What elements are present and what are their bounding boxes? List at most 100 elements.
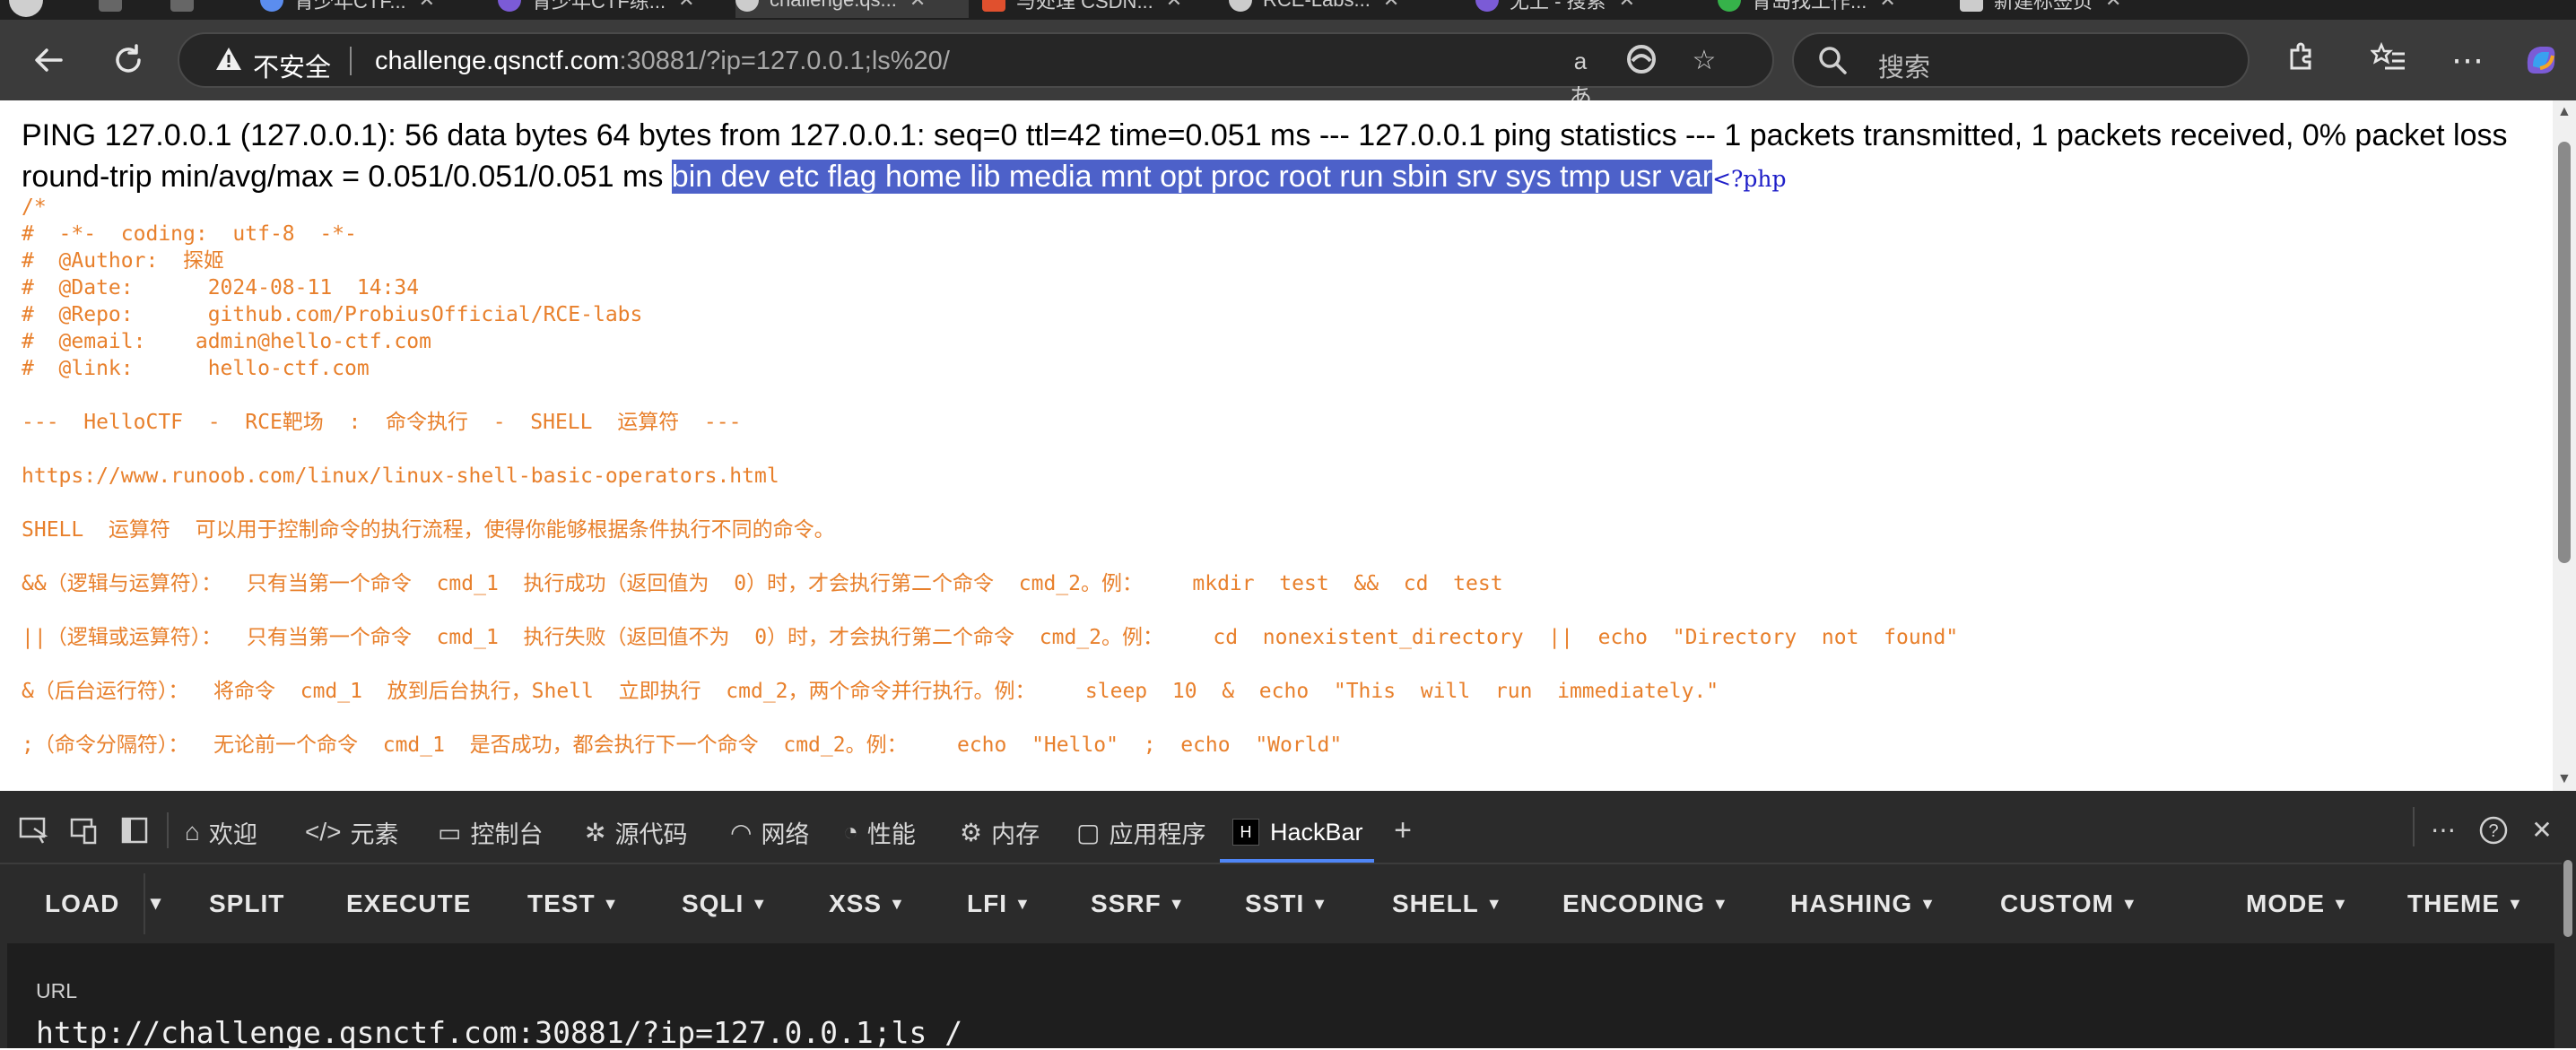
more-tools-icon[interactable]: ⋯ xyxy=(2427,814,2459,846)
url-text[interactable]: challenge.qsnctf.com:30881/?ip=127.0.0.1… xyxy=(375,47,950,76)
devtools-tab-performance[interactable]: ◔ 性能 xyxy=(843,814,916,850)
browser-tab[interactable]: 新建标签页 ✕ xyxy=(1960,0,2202,18)
devtools-tab-welcome[interactable]: ⌂ 欢迎 xyxy=(185,814,257,850)
hackbar-ssti-menu[interactable]: SSTI ▼ xyxy=(1245,889,1328,918)
devtools-tab-label: 欢迎 xyxy=(208,820,257,848)
close-devtools-icon[interactable]: ✕ xyxy=(2526,814,2558,846)
tab-close-icon[interactable]: ✕ xyxy=(909,0,926,12)
devtools-tab-sources[interactable]: ✲ 源代码 xyxy=(585,814,687,850)
translate-icon[interactable]: aあ xyxy=(1562,43,1598,110)
caret-down-icon: ▼ xyxy=(1919,895,1936,913)
tab-label: RCE-Labs... xyxy=(1263,0,1371,12)
add-tab-icon[interactable]: + xyxy=(1387,814,1419,846)
tab-close-icon[interactable]: ✕ xyxy=(2105,0,2121,12)
load-dropdown-icon[interactable]: ▾ xyxy=(151,891,161,915)
refresh-icon[interactable] xyxy=(108,39,149,81)
warning-icon[interactable] xyxy=(215,46,242,73)
browser-tab[interactable]: 青少年CTF... ✕ xyxy=(260,0,484,18)
browser-tab[interactable]: 青岛找工作... ✕ xyxy=(1718,0,1951,18)
menu-label: TEST xyxy=(527,889,596,917)
hackbar-split-button[interactable]: SPLIT xyxy=(209,889,284,918)
devtools-tab-memory[interactable]: ⚙ 内存 xyxy=(960,814,1040,850)
hackbar-encoding-menu[interactable]: ENCODING ▼ xyxy=(1562,889,1729,918)
hackbar-sqli-menu[interactable]: SQLI ▼ xyxy=(682,889,768,918)
hackbar-logo-icon: H xyxy=(1232,819,1259,846)
tab-close-icon[interactable]: ✕ xyxy=(1879,0,1895,12)
address-bar[interactable]: 不安全 challenge.qsnctf.com:30881/?ip=127.0… xyxy=(178,32,1774,110)
devtools-tab-network[interactable]: ◠ 网络 xyxy=(730,814,809,850)
devtools-scrollbar-thumb[interactable] xyxy=(2563,860,2572,937)
php-open-tag: <?php xyxy=(1712,166,1787,192)
tab-label: 无上 - 搜索 xyxy=(1510,0,1606,13)
devtools-tab-elements[interactable]: </> 元素 xyxy=(305,814,398,850)
hackbar-load-button[interactable]: LOAD xyxy=(45,889,119,918)
ls-output-selected[interactable]: bin dev etc flag home lib media mnt opt … xyxy=(671,160,1713,194)
tab-close-icon[interactable]: ✕ xyxy=(1619,0,1635,12)
search-box[interactable]: 搜索 xyxy=(1792,32,2250,88)
devtools-tab-label: 元素 xyxy=(350,820,399,848)
tab-actions-icon[interactable] xyxy=(170,0,205,18)
workspaces-icon[interactable] xyxy=(99,0,133,18)
tab-close-icon[interactable]: ✕ xyxy=(678,0,694,12)
menu-label: THEME xyxy=(2407,889,2500,917)
menu-label: MODE xyxy=(2246,889,2325,917)
more-options-icon[interactable]: ⋯ xyxy=(2447,39,2488,81)
tab-favicon xyxy=(982,0,1005,12)
hackbar-ssrf-menu[interactable]: SSRF ▼ xyxy=(1091,889,1186,918)
browser-tab[interactable]: 无上 - 搜索 ✕ xyxy=(1475,0,1709,18)
hackbar-url-input[interactable]: http://challenge.qsnctf.com:30881/?ip=12… xyxy=(36,1015,962,1050)
inspect-element-icon[interactable] xyxy=(18,814,50,846)
help-icon[interactable]: ? xyxy=(2477,814,2510,846)
source-line xyxy=(22,382,1958,409)
browser-tab-active[interactable]: challenge.qs... ✕ xyxy=(735,0,969,18)
source-line xyxy=(22,705,1958,732)
menu-divider xyxy=(144,873,145,934)
caret-down-icon: ▼ xyxy=(2120,895,2138,913)
back-arrow-icon[interactable] xyxy=(29,39,70,81)
devtools-tab-application[interactable]: ▢ 应用程序 xyxy=(1076,814,1205,850)
scroll-up-arrow-icon[interactable]: ▲ xyxy=(2557,104,2572,120)
bug-icon: ✲ xyxy=(585,818,606,846)
tab-close-icon[interactable]: ✕ xyxy=(419,0,435,12)
hackbar-test-menu[interactable]: TEST ▼ xyxy=(527,889,619,918)
hackbar-custom-menu[interactable]: CUSTOM ▼ xyxy=(2000,889,2138,918)
profile-avatar[interactable] xyxy=(9,0,54,18)
edge-icon[interactable] xyxy=(1623,43,1659,79)
scroll-down-arrow-icon[interactable]: ▼ xyxy=(2557,771,2572,787)
hackbar-hashing-menu[interactable]: HASHING ▼ xyxy=(1790,889,1936,918)
devtools-tab-hackbar[interactable]: H HackBar xyxy=(1232,814,1363,850)
devtools-scrollbar[interactable] xyxy=(2562,856,2576,1048)
devtools-panel: ⌂ 欢迎 </> 元素 ▭ 控制台 ✲ 源代码 ◠ 网络 ◔ 性能 ⚙ 内存 ▢ 应用程序 HH… xyxy=(0,791,2576,1050)
favorite-star-icon[interactable]: ☆ xyxy=(1686,43,1722,79)
tab-label: 青岛找工作... xyxy=(1752,0,1867,13)
source-line: &（后台运行符）： 将命令 cmd_1 放到后台执行，Shell 立即执行 cm… xyxy=(22,680,1719,703)
tab-close-icon[interactable]: ✕ xyxy=(1383,0,1399,12)
page-scrollbar[interactable]: ▲ ▼ xyxy=(2553,100,2576,791)
tab-close-icon[interactable]: ✕ xyxy=(1166,0,1182,12)
hackbar-lfi-menu[interactable]: LFI ▼ xyxy=(967,889,1031,918)
extensions-icon[interactable] xyxy=(2280,39,2321,81)
toggle-sidebar-icon[interactable] xyxy=(118,814,151,846)
insecure-label[interactable]: 不安全 xyxy=(253,47,331,84)
hackbar-mode-menu[interactable]: MODE ▼ xyxy=(2246,889,2349,918)
hackbar-theme-menu[interactable]: THEME ▼ xyxy=(2407,889,2524,918)
hackbar-xss-menu[interactable]: XSS ▼ xyxy=(829,889,906,918)
browser-tab[interactable]: 与处理 CSDN... ✕ xyxy=(982,0,1215,18)
browser-tab[interactable]: 青少年CTF练... ✕ xyxy=(498,0,722,18)
copilot-icon[interactable] xyxy=(2520,39,2562,81)
devtools-tab-console[interactable]: ▭ 控制台 xyxy=(438,814,543,850)
globe-icon xyxy=(735,0,759,12)
hackbar-execute-button[interactable]: EXECUTE xyxy=(346,889,471,918)
devtools-tab-label: 性能 xyxy=(866,820,916,848)
page-scrollbar-thumb[interactable] xyxy=(2558,142,2571,563)
hackbar-shell-menu[interactable]: SHELL ▼ xyxy=(1392,889,1503,918)
active-tab-indicator xyxy=(1220,859,1374,863)
address-separator xyxy=(350,47,352,75)
caret-down-icon: ▼ xyxy=(1311,895,1329,913)
favorites-list-icon[interactable] xyxy=(2368,39,2409,81)
browser-tab[interactable]: RCE-Labs... ✕ xyxy=(1229,0,1462,18)
url-host: challenge.qsnctf.com xyxy=(375,47,620,75)
chip-icon: ⚙ xyxy=(960,818,983,846)
device-emulation-icon[interactable] xyxy=(68,814,100,846)
tab-favicon xyxy=(260,0,283,12)
